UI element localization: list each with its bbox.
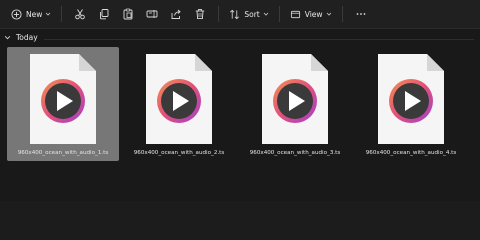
- new-button[interactable]: New: [7, 3, 55, 25]
- file-name: 960x400_ocean_with_audio_3.ts: [249, 150, 341, 156]
- group-header-label: Today: [16, 33, 38, 42]
- share-button[interactable]: [165, 3, 187, 25]
- file-name: 960x400_ocean_with_audio_4.ts: [365, 150, 457, 156]
- file-item[interactable]: 960x400_ocean_with_audio_2.ts: [123, 47, 235, 161]
- file-explorer-window: New Sort View Today 960x400_ocean_with_a…: [0, 0, 480, 201]
- rename-button[interactable]: [141, 3, 163, 25]
- chevron-down-icon: [326, 12, 331, 16]
- toolbar-divider: [278, 6, 280, 22]
- copy-button[interactable]: [93, 3, 115, 25]
- toolbar-divider: [341, 6, 343, 22]
- more-icon: [356, 13, 365, 15]
- copy-icon: [100, 9, 109, 20]
- view-icon: [290, 10, 300, 18]
- new-button-label: New: [26, 9, 43, 19]
- command-bar: New Sort View: [0, 0, 480, 29]
- video-file-icon: [262, 54, 328, 144]
- add-icon: [11, 8, 22, 20]
- cut-button[interactable]: [69, 3, 91, 25]
- chevron-down-icon: [46, 12, 51, 16]
- file-name: 960x400_ocean_with_audio_1.ts: [17, 150, 109, 156]
- paste-button[interactable]: [117, 3, 139, 25]
- sort-icon: [230, 9, 240, 19]
- sort-button[interactable]: Sort: [225, 3, 272, 25]
- view-button-label: View: [304, 9, 323, 19]
- video-file-icon: [30, 54, 96, 144]
- file-item[interactable]: 960x400_ocean_with_audio_1.ts: [7, 47, 119, 161]
- sort-button-label: Sort: [244, 9, 260, 19]
- group-header-today[interactable]: Today: [4, 33, 38, 42]
- share-icon: [171, 9, 182, 19]
- cut-icon: [75, 9, 86, 20]
- chevron-down-icon: [263, 12, 269, 16]
- view-button[interactable]: View: [286, 3, 336, 25]
- paste-icon: [123, 8, 133, 20]
- delete-icon: [196, 9, 205, 20]
- file-item[interactable]: 960x400_ocean_with_audio_3.ts: [239, 47, 351, 161]
- video-file-icon: [146, 54, 212, 144]
- video-file-icon: [378, 54, 444, 144]
- more-options-button[interactable]: [350, 3, 372, 25]
- group-divider: [44, 39, 474, 40]
- toolbar-divider: [218, 6, 220, 22]
- file-item[interactable]: 960x400_ocean_with_audio_4.ts: [355, 47, 467, 161]
- delete-button[interactable]: [189, 3, 211, 25]
- toolbar-divider: [61, 6, 63, 22]
- file-name: 960x400_ocean_with_audio_2.ts: [133, 150, 225, 156]
- chevron-down-icon: [4, 36, 11, 40]
- rename-icon: [146, 10, 158, 18]
